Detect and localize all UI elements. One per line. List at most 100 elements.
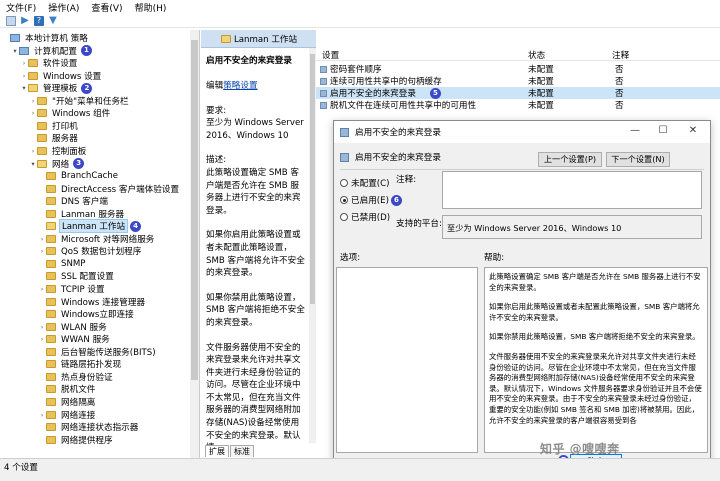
tree-item[interactable]: 网络隔离 bbox=[38, 396, 97, 408]
view-icon[interactable] bbox=[6, 15, 16, 26]
folder-icon bbox=[37, 96, 47, 105]
tree-item[interactable]: › WLAN 服务 bbox=[38, 321, 109, 333]
help-icon[interactable]: ? bbox=[34, 15, 44, 26]
tree-item[interactable]: Lanman 服务器 bbox=[38, 208, 126, 220]
expand-icon[interactable]: › bbox=[29, 109, 37, 117]
next-setting-button[interactable]: 下一个设置(N) bbox=[606, 152, 670, 167]
tree-item[interactable]: › Microsoft 对等网络服务 bbox=[38, 233, 156, 245]
tree-item[interactable]: ▾ 管理模板 2 bbox=[20, 82, 93, 94]
folder-icon bbox=[46, 184, 56, 193]
tree-item[interactable]: SNMP bbox=[38, 258, 87, 270]
policy-dialog: 启用不安全的来宾登录 — ☐ ✕ 启用不安全的来宾登录 上一个设置(P) 下一个… bbox=[333, 120, 711, 472]
expand-icon[interactable]: › bbox=[38, 285, 46, 293]
tree-item[interactable]: › Windows 设置 bbox=[20, 70, 103, 82]
desc-scrollbar[interactable] bbox=[309, 48, 316, 443]
folder-icon bbox=[46, 272, 56, 281]
column-setting[interactable]: 设置 bbox=[322, 49, 339, 61]
radio-enabled[interactable]: 已启用(E) 6 bbox=[340, 194, 402, 206]
tree-item[interactable]: 链路层拓扑发现 bbox=[38, 358, 123, 370]
expand-icon[interactable]: › bbox=[38, 247, 46, 255]
collapse-icon[interactable]: ▾ bbox=[29, 160, 37, 168]
expand-icon[interactable]: › bbox=[20, 72, 28, 80]
policy-icon bbox=[340, 127, 349, 137]
folder-icon bbox=[37, 146, 47, 155]
desc-scrollbar-thumb[interactable] bbox=[310, 54, 315, 304]
tree-item[interactable]: 后台智能传送服务(BITS) bbox=[38, 346, 158, 358]
expand-icon[interactable]: › bbox=[29, 147, 37, 155]
folder-icon bbox=[28, 59, 38, 68]
menu-help[interactable]: 帮助(H) bbox=[135, 1, 167, 14]
menu-action[interactable]: 操作(A) bbox=[48, 1, 79, 14]
edit-policy-link[interactable]: 策略设置 bbox=[223, 81, 257, 91]
tree-item[interactable]: DirectAccess 客户端体验设置 bbox=[38, 183, 181, 195]
tree-item[interactable]: › 控制面板 bbox=[29, 145, 88, 157]
tree-item[interactable]: 网络提供程序 bbox=[38, 434, 115, 446]
policy-icon bbox=[320, 90, 327, 97]
tree-item[interactable]: Windows 连接管理器 bbox=[38, 296, 147, 308]
tree-item[interactable]: 脱机文件 bbox=[38, 383, 97, 395]
menu-view[interactable]: 查看(V) bbox=[91, 1, 122, 14]
folder-icon bbox=[46, 172, 56, 181]
tree-item-label: 网络隔离 bbox=[61, 397, 96, 408]
radio-disabled[interactable]: 已禁用(D) bbox=[340, 211, 390, 223]
close-icon[interactable]: ✕ bbox=[686, 125, 700, 136]
comment-input[interactable] bbox=[442, 171, 702, 209]
options-label: 选项: bbox=[340, 253, 361, 263]
tab-standard[interactable]: 标准 bbox=[230, 445, 254, 457]
tree-item[interactable]: ▾ 网络 3 bbox=[29, 158, 85, 170]
forward-icon[interactable]: ▶ bbox=[20, 15, 30, 26]
tree-item[interactable]: › Windows 组件 bbox=[29, 107, 112, 119]
tree-item[interactable]: › 网络连接 bbox=[38, 409, 97, 421]
expand-icon[interactable]: › bbox=[38, 323, 46, 331]
tree-item[interactable]: BranchCache bbox=[38, 170, 120, 182]
tree-item[interactable]: 打印机 bbox=[29, 120, 80, 132]
tree-scrollbar-thumb[interactable] bbox=[191, 40, 198, 380]
expand-icon[interactable]: › bbox=[20, 59, 28, 67]
step-badge: 6 bbox=[390, 194, 402, 206]
folder-icon bbox=[46, 297, 56, 306]
tree-item-label: Windows 连接管理器 bbox=[61, 297, 146, 308]
tree-item[interactable]: › 软件设置 bbox=[20, 57, 79, 69]
prev-setting-button[interactable]: 上一个设置(P) bbox=[538, 152, 602, 167]
expand-icon[interactable]: › bbox=[29, 97, 37, 105]
expand-icon[interactable]: › bbox=[38, 335, 46, 343]
dialog-titlebar[interactable]: 启用不安全的来宾登录 — ☐ ✕ bbox=[334, 121, 710, 143]
tab-extended[interactable]: 扩展 bbox=[205, 445, 229, 457]
tree-item[interactable]: Windows立即连接 bbox=[38, 308, 136, 320]
table-row-selected[interactable]: 启用不安全的来宾登录 5 未配置 否 bbox=[316, 87, 720, 99]
filter-icon[interactable]: ▼ bbox=[48, 15, 58, 26]
tree-item[interactable]: SSL 配置设置 bbox=[38, 270, 116, 282]
tree-scrollbar[interactable] bbox=[190, 30, 199, 458]
tree-item[interactable]: 服务器 bbox=[29, 132, 80, 144]
expand-icon[interactable]: › bbox=[38, 411, 46, 419]
policy-icon bbox=[320, 78, 327, 85]
tree-item[interactable]: 本地计算机 策略 bbox=[2, 32, 90, 44]
tree-item[interactable]: 网络连接状态指示器 bbox=[38, 421, 140, 433]
tree-item[interactable]: 热点身份验证 bbox=[38, 371, 115, 383]
maximize-icon[interactable]: ☐ bbox=[656, 125, 670, 136]
tree-item[interactable]: › TCPIP 设置 bbox=[38, 283, 107, 295]
desc-body: 编辑策略设置 要求: 至少为 Windows Server 2016、Windo… bbox=[206, 80, 306, 467]
tree-item-label: WLAN 服务 bbox=[61, 322, 107, 333]
collapse-icon[interactable]: ▾ bbox=[11, 47, 19, 55]
minimize-icon[interactable]: — bbox=[628, 125, 642, 136]
platform-label: 支持的平台: bbox=[396, 219, 442, 229]
tree-item[interactable]: › QoS 数据包计划程序 bbox=[38, 245, 143, 257]
table-row[interactable]: 脱机文件在连续可用性共享中的可用性 未配置 否 bbox=[316, 99, 720, 111]
column-comment[interactable]: 注释 bbox=[612, 49, 629, 61]
folder-icon bbox=[46, 310, 56, 319]
column-state[interactable]: 状态 bbox=[528, 49, 545, 61]
tree-item[interactable]: › "开始"菜单和任务栏 bbox=[29, 95, 131, 107]
radio-not-configured[interactable]: 未配置(C) bbox=[340, 177, 390, 189]
table-row[interactable]: 密码套件顺序 未配置 否 bbox=[316, 63, 720, 75]
menu-file[interactable]: 文件(F) bbox=[6, 1, 36, 14]
expand-icon[interactable]: › bbox=[38, 235, 46, 243]
tree-item[interactable]: DNS 客户端 bbox=[38, 195, 110, 207]
tree-item[interactable]: › WWAN 服务 bbox=[38, 333, 112, 345]
tree-item[interactable]: ▾ 计算机配置 1 bbox=[11, 45, 92, 57]
folder-icon bbox=[46, 410, 56, 419]
table-row[interactable]: 连续可用性共享中的句柄缓存 未配置 否 bbox=[316, 75, 720, 87]
tree-item[interactable]: Lanman 工作站 4 bbox=[38, 219, 142, 234]
tree-item-label: BranchCache bbox=[61, 171, 119, 182]
collapse-icon[interactable]: ▾ bbox=[20, 84, 28, 92]
